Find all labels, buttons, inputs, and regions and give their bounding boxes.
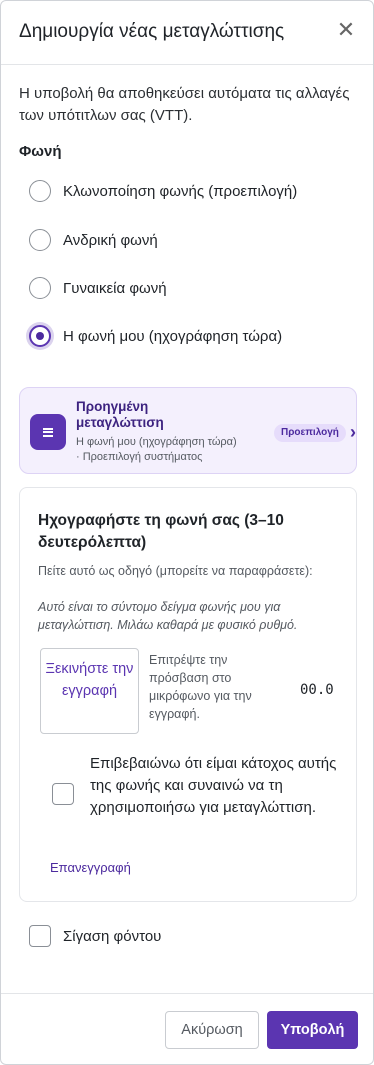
recording-timer: 00.0 [300, 682, 334, 698]
record-voice-panel: Ηχογραφήστε τη φωνή σας (3–10 δευτερόλεπ… [19, 487, 357, 902]
default-badge: Προεπιλογή [274, 424, 346, 442]
record-instructions: Πείτε αυτό ως οδηγό (μπορείτε να παραφρά… [38, 564, 313, 578]
record-heading: Ηχογραφήστε τη φωνή σας (3–10 δευτερόλεπ… [38, 512, 284, 551]
menu-lines-icon [30, 414, 66, 450]
close-icon[interactable]: ✕ [333, 17, 359, 43]
background-mute-label: Σίγαση φόντου [63, 927, 162, 945]
advanced-dubbing-card[interactable]: Προηγμένη μεταγλώττιση Η φωνή μου (ηχογρ… [19, 387, 357, 474]
radio-female[interactable] [29, 277, 51, 299]
radio-my-voice[interactable] [29, 325, 51, 347]
consent-checkbox[interactable] [52, 783, 74, 805]
start-recording-button[interactable]: Ξεκινήστε την εγγραφή [40, 648, 139, 734]
mic-permission-note: Επιτρέψτε την πρόσβαση στο μικρόφωνο για… [149, 653, 252, 721]
dub-modal: Δημιουργία νέας μεταγλώττισης ✕ Η υποβολ… [0, 0, 374, 1065]
voice-option-male[interactable]: Ανδρική φωνή [29, 228, 158, 252]
cancel-button[interactable]: Ακύρωση [165, 1011, 259, 1049]
modal-title: Δημιουργία νέας μεταγλώττισης [19, 21, 285, 42]
advanced-title: Προηγμένη μεταγλώττιση [76, 399, 164, 430]
radio-clone[interactable] [29, 180, 51, 202]
background-mute-checkbox[interactable] [29, 925, 51, 947]
voice-option-label: Κλωνοποίηση φωνής (προεπιλογή) [63, 182, 298, 200]
advanced-subtitle-line2: · Προεπιλογή συστήματος [76, 451, 203, 463]
submit-button[interactable]: Υποβολή [267, 1011, 358, 1049]
voice-option-my-voice[interactable]: Η φωνή μου (ηχογράφηση τώρα) [29, 324, 282, 348]
voice-option-clone[interactable]: Κλωνοποίηση φωνής (προεπιλογή) [29, 179, 297, 203]
voice-section-label: Φωνή [19, 143, 62, 160]
voice-option-female[interactable]: Γυναικεία φωνή [29, 276, 167, 300]
advanced-subtitle: Η φωνή μου (ηχογράφηση τώρα) · Προεπιλογ… [76, 435, 237, 465]
rerecord-link[interactable]: Επανεγγραφή [50, 860, 131, 875]
chevron-right-icon: › [350, 422, 356, 442]
voice-option-label: Ανδρική φωνή [63, 231, 158, 249]
voice-option-label: Η φωνή μου (ηχογράφηση τώρα) [63, 327, 283, 345]
modal-footer: Ακύρωση Υποβολή [1, 993, 373, 1064]
radio-male[interactable] [29, 229, 51, 251]
advanced-subtitle-line1: Η φωνή μου (ηχογράφηση τώρα) [76, 436, 237, 448]
submit-description: Η υποβολή θα αποθηκεύσει αυτόματα τις αλ… [19, 85, 350, 124]
modal-header: Δημιουργία νέας μεταγλώττισης ✕ [1, 1, 373, 65]
consent-label: Επιβεβαιώνω ότι είμαι κάτοχος αυτής της … [90, 755, 337, 816]
background-mute-option[interactable]: Σίγαση φόντου [29, 925, 161, 947]
voice-option-label: Γυναικεία φωνή [63, 279, 167, 297]
record-script: Αυτό είναι το σύντομο δείγμα φωνής μου γ… [38, 600, 298, 632]
